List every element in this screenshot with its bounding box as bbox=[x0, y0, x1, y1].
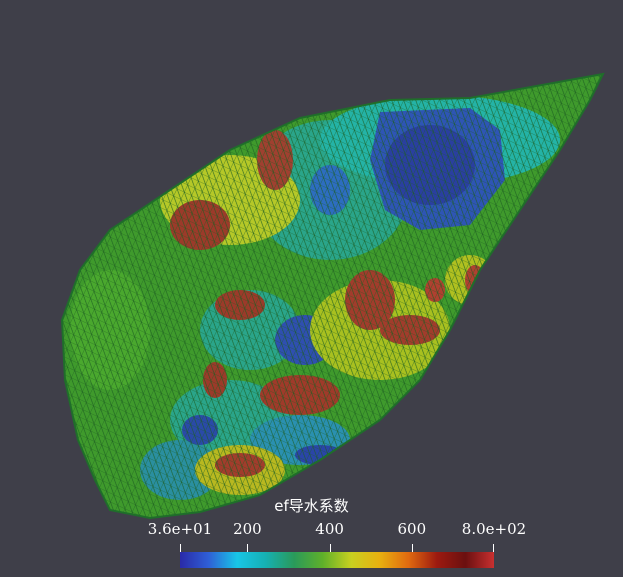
colorbar-tick-label: 600 bbox=[397, 520, 427, 538]
colorbar-tick-label: 3.6e+01 bbox=[147, 520, 213, 538]
3d-render-viewport[interactable] bbox=[0, 0, 623, 577]
colorbar-tick-label: 400 bbox=[315, 520, 344, 538]
colorbar-title: ef导水系数 bbox=[274, 497, 349, 515]
colorbar-tick-label: 8.0e+02 bbox=[461, 520, 527, 538]
colorbar bbox=[180, 552, 494, 568]
colorbar-tick-label: 200 bbox=[233, 520, 262, 538]
